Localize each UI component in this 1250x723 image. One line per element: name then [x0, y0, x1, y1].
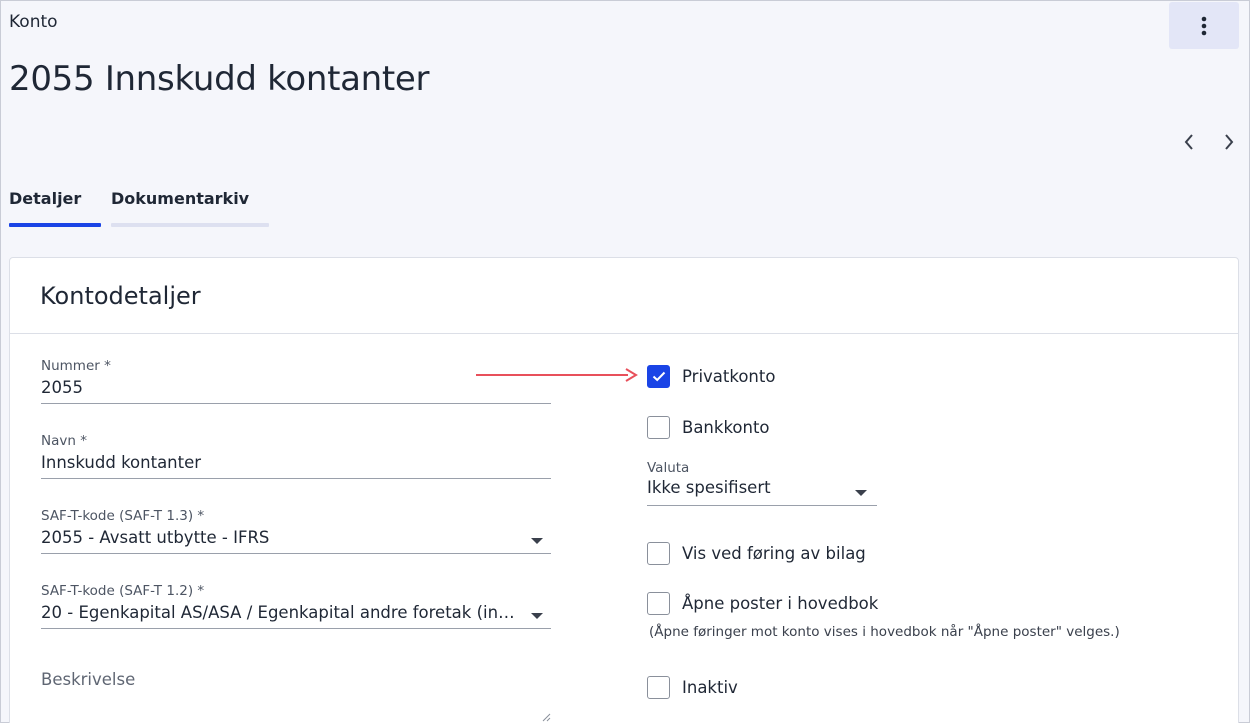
tab-active-indicator — [9, 223, 101, 227]
pointer-arrow-icon — [476, 368, 638, 382]
saft-13-value[interactable]: 2055 - Avsatt utbytte - IFRS — [41, 528, 551, 552]
previous-button[interactable] — [1178, 131, 1200, 153]
more-options-button[interactable] — [1169, 2, 1239, 49]
dropdown-caret-icon[interactable] — [531, 538, 543, 544]
resize-handle-icon[interactable] — [542, 713, 551, 722]
card-title: Kontodetaljer — [40, 282, 201, 310]
tab-detaljer-label: Detaljer — [9, 189, 82, 208]
checkbox-unchecked[interactable] — [647, 592, 670, 615]
currency-value[interactable]: Ikke spesifisert — [647, 478, 877, 502]
apne-poster-checkbox[interactable]: Åpne poster i hovedbok — [647, 592, 878, 615]
vis-ved-foring-checkbox[interactable]: Vis ved føring av bilag — [647, 542, 866, 565]
saft-12-value[interactable]: 20 - Egenkapital AS/ASA / Egenkapital an… — [41, 603, 551, 627]
privatkonto-label: Privatkonto — [682, 367, 776, 386]
dropdown-caret-icon[interactable] — [855, 490, 867, 496]
checkbox-unchecked[interactable] — [647, 676, 670, 699]
number-value[interactable]: 2055 — [41, 378, 551, 402]
tab-inactive-indicator — [111, 223, 269, 227]
vis-ved-foring-label: Vis ved føring av bilag — [682, 544, 866, 563]
description-textarea[interactable]: Beskrivelse — [41, 670, 551, 722]
saft-12-label: SAF-T-kode (SAF-T 1.2) * — [41, 583, 205, 599]
dropdown-caret-icon[interactable] — [531, 613, 543, 619]
name-label: Navn * — [41, 433, 87, 449]
name-value[interactable]: Innskudd kontanter — [41, 453, 551, 477]
currency-select[interactable]: Valuta Ikke spesifisert — [647, 460, 877, 506]
checkbox-unchecked[interactable] — [647, 542, 670, 565]
bankkonto-checkbox[interactable]: Bankkonto — [647, 416, 770, 439]
saft-13-select[interactable]: SAF-T-kode (SAF-T 1.3) * 2055 - Avsatt u… — [41, 508, 551, 554]
page-title: 2055 Innskudd kontanter — [9, 59, 430, 99]
chevron-left-icon — [1184, 134, 1193, 150]
name-field[interactable]: Navn * Innskudd kontanter — [41, 433, 551, 479]
tab-detaljer[interactable]: Detaljer — [9, 189, 101, 227]
check-icon — [652, 371, 665, 382]
breadcrumb[interactable]: Konto — [9, 12, 58, 32]
apne-poster-label: Åpne poster i hovedbok — [682, 594, 879, 613]
account-details-card: Kontodetaljer Nummer * 2055 Navn * Innsk… — [9, 257, 1239, 723]
number-label: Nummer * — [41, 358, 111, 374]
saft-12-select[interactable]: SAF-T-kode (SAF-T 1.2) * 20 - Egenkapita… — [41, 583, 551, 629]
tab-dokumentarkiv[interactable]: Dokumentarkiv — [111, 189, 269, 227]
currency-label: Valuta — [647, 460, 690, 476]
next-button[interactable] — [1218, 131, 1240, 153]
saft-13-label: SAF-T-kode (SAF-T 1.3) * — [41, 508, 205, 524]
chevron-right-icon — [1225, 134, 1234, 150]
number-field[interactable]: Nummer * 2055 — [41, 358, 551, 404]
inaktiv-checkbox[interactable]: Inaktiv — [647, 676, 738, 699]
tab-dokumentarkiv-label: Dokumentarkiv — [111, 189, 250, 208]
more-vertical-icon — [1201, 16, 1207, 35]
apne-poster-hint: (Åpne føringer mot konto vises i hovedbo… — [649, 624, 1120, 640]
checkbox-unchecked[interactable] — [647, 416, 670, 439]
checkbox-checked[interactable] — [647, 365, 670, 388]
card-header: Kontodetaljer — [10, 258, 1238, 334]
inaktiv-label: Inaktiv — [682, 678, 738, 697]
privatkonto-checkbox[interactable]: Privatkonto — [647, 365, 775, 388]
bankkonto-label: Bankkonto — [682, 418, 770, 437]
description-placeholder: Beskrivelse — [41, 670, 136, 689]
